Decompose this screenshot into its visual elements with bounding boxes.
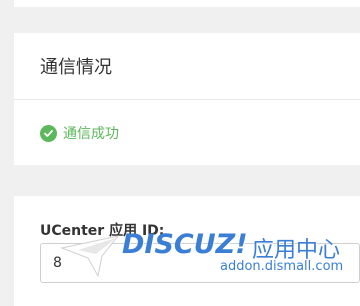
app-id-label: UCenter 应用 ID: — [40, 223, 165, 239]
top-panel — [14, 0, 360, 7]
status-message: 通信成功 — [63, 126, 119, 142]
form-panel: UCenter 应用 ID: 8 — [14, 196, 360, 306]
app-id-value: 8 — [53, 255, 62, 271]
check-circle-icon — [40, 124, 57, 142]
app-id-input[interactable]: 8 — [40, 243, 360, 283]
panel-title: 通信情况 — [14, 33, 360, 100]
status-message-row: 通信成功 — [14, 123, 360, 143]
status-panel: 通信情况 通信成功 — [14, 33, 360, 165]
